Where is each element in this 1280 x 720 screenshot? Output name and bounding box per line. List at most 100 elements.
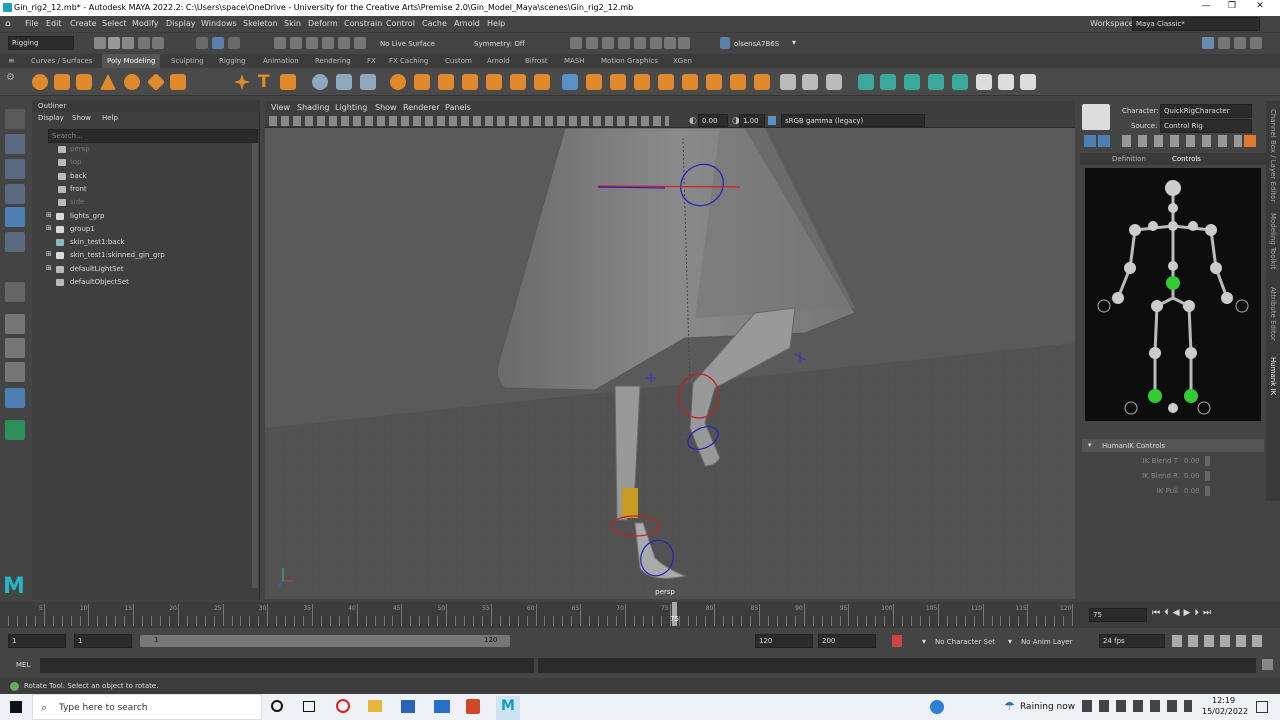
viewport-menu-renderer[interactable]: Renderer [403,103,440,112]
outliner-item[interactable]: skin_test1:back [46,236,266,249]
paint-select-icon[interactable] [5,159,25,179]
opera-icon[interactable] [336,699,350,713]
fps-dropdown[interactable]: 24 fps [1099,634,1165,648]
maximize-button[interactable]: ❐ [1222,1,1242,14]
lasso-tool-icon[interactable] [5,134,25,154]
menu-skeleton[interactable]: Skeleton [243,19,278,28]
type-tool-icon[interactable]: T [258,72,270,92]
tab-controls[interactable]: Controls [1172,155,1201,163]
viewport-menu-lighting[interactable]: Lighting [335,103,367,112]
sew-uv-icon[interactable] [904,74,920,90]
color-management-icon[interactable] [768,116,776,125]
pause-icon[interactable] [678,37,690,49]
anim-start-field[interactable]: 1 [74,634,132,648]
side-tab-humanik[interactable]: Humank IK [1269,357,1277,395]
uv-editor-icon[interactable] [802,74,818,90]
expand-icon[interactable]: ⊞ [46,224,52,232]
checker-icon[interactable] [976,74,992,90]
script-editor-icon[interactable] [1262,659,1273,670]
poly-cone-icon[interactable] [100,74,116,90]
cortana-icon[interactable] [271,700,283,712]
poly-disc-icon[interactable] [170,74,186,90]
combine-icon[interactable] [312,74,328,90]
weather-icon[interactable]: ☂ [1004,699,1015,713]
menu-file[interactable]: File [25,19,38,28]
shelf-tab-motion-graphics[interactable]: Motion Graphics [596,54,663,68]
mel-label[interactable]: MEL [16,661,30,669]
hypershade-icon[interactable] [634,37,646,49]
workspace-dropdown[interactable]: Maya Classic* [1132,17,1260,31]
shelf-tab-sculpting[interactable]: Sculpting [166,54,209,68]
clock-time[interactable]: 12:19 [1212,696,1235,705]
menu-constrain[interactable]: Constrain [344,19,382,28]
anim-end-field[interactable]: 200 [818,634,876,648]
four-view-icon[interactable] [5,338,25,358]
shelf-tab-rigging[interactable]: Rigging [214,54,251,68]
humanik-param-value[interactable]: 0.00 [1184,457,1200,465]
viewport-menu-show[interactable]: Show [375,103,397,112]
move-tool-icon[interactable] [5,184,25,204]
layout-icon[interactable] [1202,37,1214,49]
system-tray-icons[interactable] [1082,700,1192,712]
outliner-item[interactable]: top [46,156,266,169]
circularize-icon[interactable] [730,74,746,90]
menu-deform[interactable]: Deform [308,19,338,28]
snap-point-icon[interactable] [306,37,318,49]
sculpt-icon[interactable] [780,74,796,90]
start-frame-field[interactable]: 1 [8,634,66,648]
distortion-icon[interactable] [998,74,1014,90]
viewport-panel[interactable]: View Shading Lighting Show Renderer Pane… [265,101,1075,599]
tab-definition[interactable]: Definition [1112,155,1146,163]
last-tool-icon[interactable] [5,282,25,302]
outliner-menu-help[interactable]: Help [102,114,118,122]
range-slider[interactable]: 1 120 [140,635,510,647]
expand-icon[interactable]: ⊞ [46,211,52,219]
insert-edge-loop-icon[interactable] [634,74,650,90]
poly-sphere-icon[interactable] [32,74,48,90]
shelf-tab-custom[interactable]: Custom [440,54,477,68]
menu-create[interactable]: Create [70,19,97,28]
select-hierarchy-icon[interactable] [196,37,208,49]
shelf-tab-curves-surfaces[interactable]: Curves / Surfaces [26,54,97,68]
shelf-tab-poly-modeling[interactable]: Poly Modeling [102,54,161,68]
outliner-item[interactable]: ⊞ group1 [46,223,266,236]
boolean-icon[interactable] [390,74,406,90]
expand-icon[interactable]: ⊞ [46,264,52,272]
notifications-icon[interactable] [1256,701,1268,713]
viewport-scene[interactable]: persp [265,128,1075,599]
fill-hole-icon[interactable] [510,74,526,90]
shelf-tab-arnold[interactable]: Arnold [482,54,515,68]
clock-date[interactable]: 15/02/2022 [1202,707,1248,716]
outliner-item[interactable]: side [46,196,266,209]
close-button[interactable]: ✕ [1250,1,1270,14]
side-tab-modeling-toolkit[interactable]: Modeling Toolkit [1269,213,1277,269]
append-polygon-icon[interactable] [534,74,550,90]
minimize-button[interactable]: — [1196,1,1216,14]
end-frame-field[interactable]: 120 [755,634,813,648]
store-icon[interactable] [401,700,415,713]
menu-windows[interactable]: Windows [201,19,237,28]
two-view-icon[interactable] [5,362,25,382]
search-icon[interactable] [5,420,25,440]
new-scene-icon[interactable] [94,37,106,49]
symmetry-label[interactable]: Symmetry: Off [474,40,525,48]
humanik-param-slider[interactable] [1205,456,1210,466]
side-tab-channel-box[interactable]: Channel Box / Layer Editor [1269,109,1277,202]
pin-icon[interactable] [1244,135,1256,147]
shelf-tab-mash[interactable]: MASH [559,54,590,68]
connect-icon[interactable] [610,74,626,90]
render-frame-icon[interactable] [586,37,598,49]
cut-uv-icon[interactable] [880,74,896,90]
vpn-icon[interactable] [930,700,944,714]
separate-icon[interactable] [336,74,352,90]
fk-mode-icon[interactable] [1098,135,1110,147]
outliner-search-input[interactable]: Search... [48,129,258,143]
humanik-tool-icons[interactable] [1122,135,1242,147]
humanik-param-value[interactable]: 0.00 [1184,487,1200,495]
menu-set-dropdown[interactable]: Rigging [8,36,74,50]
single-view-icon[interactable] [5,314,25,334]
shelf-tab-animation[interactable]: Animation [258,54,304,68]
playback-controls[interactable]: ⏮⏴◀▶⏵⏭ [1152,608,1215,618]
menu-select[interactable]: Select [102,19,127,28]
outliner-item[interactable]: front [46,183,266,196]
